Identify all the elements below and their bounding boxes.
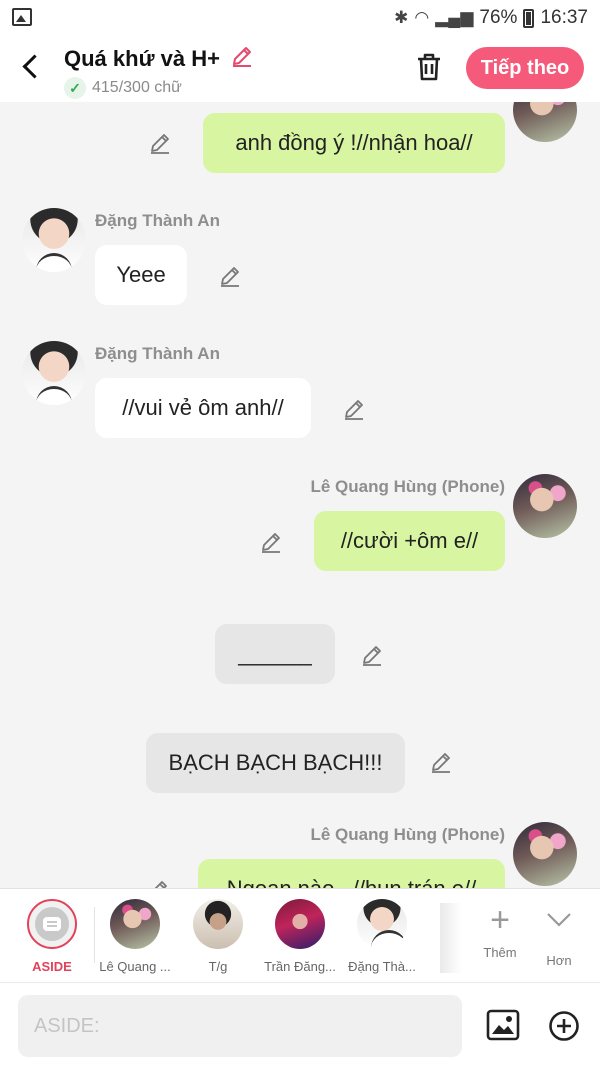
aside-icon	[35, 907, 69, 941]
aside-label[interactable]: ASIDE	[22, 959, 82, 974]
gallery-notification-icon	[12, 8, 32, 26]
signal-icon: ▂▄▆	[435, 8, 474, 27]
check-icon: ✓	[64, 77, 86, 99]
avatar[interactable]	[22, 208, 86, 272]
chevron-down-icon	[531, 901, 587, 947]
more-label: Hơn	[546, 953, 572, 968]
speaker-name: Đặng Thành An	[95, 344, 220, 363]
avatar	[110, 899, 160, 949]
message-bubble[interactable]: Ngoan nào...//hun trán e//	[198, 859, 505, 888]
speaker-name: Đặng Thành An	[95, 211, 220, 230]
edit-message-button[interactable]	[148, 131, 172, 155]
pencil-icon	[345, 400, 363, 420]
wifi-icon: ◠	[414, 8, 430, 27]
character-dang-thanh-an[interactable]: Đặng Thà...	[342, 899, 422, 974]
character-le-quang-hung[interactable]: Lê Quang ...	[95, 899, 175, 974]
aside-selector[interactable]	[27, 899, 77, 949]
delete-button[interactable]	[416, 53, 442, 81]
edit-title-icon[interactable]	[230, 44, 254, 73]
aside-bubble[interactable]: BẠCH BẠCH BẠCH!!!	[146, 733, 405, 793]
pencil-icon	[154, 881, 167, 888]
speaker-name: Lê Quang Hùng (Phone)	[310, 477, 505, 496]
insert-image-button[interactable]	[486, 1009, 520, 1041]
header: Quá khứ và H+ ✓ 415/300 chữ Tiếp theo	[0, 36, 600, 102]
edit-message-button[interactable]	[146, 878, 170, 888]
avatar[interactable]	[513, 822, 577, 886]
character-label: Trần Đăng...	[264, 959, 336, 974]
aside-bubble[interactable]: ______	[215, 624, 335, 684]
avatar	[275, 899, 325, 949]
pencil-icon	[262, 533, 280, 553]
scroll-fade	[440, 903, 462, 973]
character-label: Lê Quang ...	[99, 959, 171, 974]
avatar[interactable]	[513, 474, 577, 538]
bluetooth-icon: ✱	[394, 8, 409, 27]
add-button[interactable]	[548, 1010, 580, 1042]
edit-message-button[interactable]	[259, 530, 283, 554]
trash-icon	[418, 53, 440, 81]
avatar[interactable]	[513, 102, 577, 142]
edit-message-button[interactable]	[342, 397, 366, 421]
pencil-icon	[432, 753, 450, 773]
battery-icon	[523, 8, 535, 28]
edit-message-button[interactable]	[360, 643, 384, 667]
plus-icon: +	[490, 901, 510, 939]
pencil-icon	[151, 134, 169, 154]
message-bubble[interactable]: //vui vẻ ôm anh//	[95, 378, 311, 438]
clock: 16:37	[540, 7, 588, 28]
more-button[interactable]: Hơn	[531, 901, 587, 968]
plus-circle-icon	[549, 1011, 579, 1041]
word-count: 415/300 chữ	[92, 79, 182, 96]
avatar	[193, 899, 243, 949]
character-label: T/g	[208, 959, 228, 974]
message-bubble[interactable]: Yeee	[95, 245, 187, 305]
word-count-row: ✓ 415/300 chữ	[64, 77, 254, 99]
avatar	[357, 899, 407, 949]
story-title[interactable]: Quá khứ và H+	[64, 46, 220, 72]
pencil-icon	[363, 646, 381, 666]
message-bubble[interactable]: anh đồng ý !//nhận hoa//	[203, 113, 505, 173]
message-input[interactable]	[18, 995, 462, 1057]
character-tg[interactable]: T/g	[178, 899, 258, 974]
character-label: Đặng Thà...	[348, 959, 416, 974]
edit-message-button[interactable]	[429, 750, 453, 774]
chat-area[interactable]: anh đồng ý !//nhận hoa// Đặng Thành An Y…	[0, 102, 600, 888]
message-bubble[interactable]: //cười +ôm e//	[314, 511, 505, 571]
next-button[interactable]: Tiếp theo	[466, 47, 584, 89]
status-bar: ✱ ◠ ▂▄▆ 76% 16:37	[0, 0, 600, 36]
battery-percent: 76%	[479, 7, 518, 28]
pencil-icon	[221, 267, 239, 287]
add-character-button[interactable]: + Thêm	[472, 901, 528, 960]
character-tran-dang[interactable]: Trần Đăng...	[260, 899, 340, 974]
speaker-name: Lê Quang Hùng (Phone)	[310, 825, 505, 844]
avatar[interactable]	[22, 341, 86, 405]
chat-editor-screen: ✱ ◠ ▂▄▆ 76% 16:37 Quá khứ và H+ ✓ 415/30…	[0, 0, 600, 1067]
edit-message-button[interactable]	[218, 264, 242, 288]
add-label: Thêm	[483, 945, 517, 960]
character-bar: ASIDE Lê Quang ... T/g Trần Đăng... Đặng…	[0, 888, 600, 982]
back-button[interactable]	[20, 52, 46, 82]
image-icon	[486, 1009, 520, 1041]
composer	[0, 982, 600, 1067]
title-area: Quá khứ và H+ ✓ 415/300 chữ	[64, 44, 254, 99]
status-icons: ✱ ◠ ▂▄▆ 76% 16:37	[394, 6, 588, 30]
